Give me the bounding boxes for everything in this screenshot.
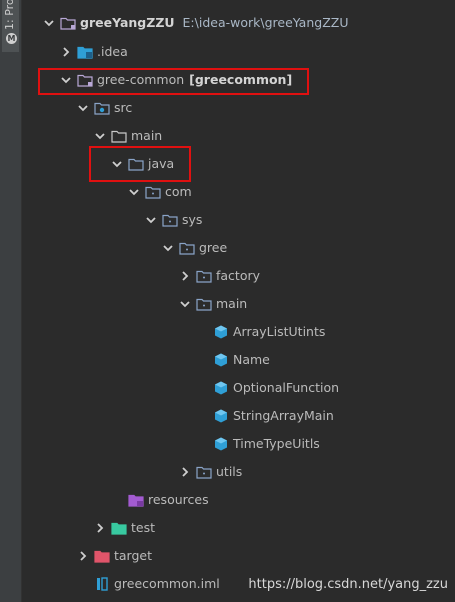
tree-node-path: E:\idea-work\greeYangZZU	[182, 15, 349, 30]
folder-test-icon	[111, 521, 127, 535]
tree-node-label: sys	[182, 212, 203, 227]
tree-node-label: resources	[148, 492, 209, 507]
tree-node-test[interactable]: test	[21, 517, 455, 539]
tree-node-label: main	[131, 128, 163, 143]
tree-node-label: greecommon.iml	[114, 576, 220, 591]
chevron-down-icon[interactable]	[43, 17, 55, 29]
project-tool-window-tab[interactable]: 1: Pro M	[2, 0, 19, 52]
tree-node-gree[interactable]: gree	[21, 237, 455, 259]
chevron-right-icon[interactable]	[60, 46, 72, 58]
tree-node-c2[interactable]: Name	[21, 349, 455, 371]
tree-node-label: Name	[233, 352, 270, 367]
tree-node-c3[interactable]: OptionalFunction	[21, 377, 455, 399]
tree-node-label: src	[114, 100, 133, 115]
tree-node-label: greeYangZZU E:\idea-work\greeYangZZU	[80, 15, 349, 30]
chevron-down-icon[interactable]	[94, 130, 106, 142]
tree-node-idea[interactable]: .idea	[21, 41, 455, 63]
chevron-down-icon[interactable]	[162, 242, 174, 254]
iml-file-icon	[94, 577, 110, 591]
tree-node-sys[interactable]: sys	[21, 209, 455, 231]
tree-node-c4[interactable]: StringArrayMain	[21, 405, 455, 427]
folder-src-icon	[94, 101, 110, 115]
tree-node-label: target	[114, 548, 153, 563]
tree-node-label: TimeTypeUitls	[233, 436, 320, 451]
chevron-right-icon[interactable]	[179, 466, 191, 478]
tree-node-label: factory	[216, 268, 261, 283]
chevron-down-icon[interactable]	[77, 102, 89, 114]
tree-node-main-pkg[interactable]: main	[21, 293, 455, 315]
folder-module-icon	[60, 16, 76, 30]
java-class-icon	[213, 409, 229, 423]
tree-node-main[interactable]: main	[21, 125, 455, 147]
package-icon	[196, 297, 212, 311]
highlight-box-gree-common	[38, 68, 309, 95]
chevron-down-icon[interactable]	[145, 214, 157, 226]
java-class-icon	[213, 381, 229, 395]
tree-node-target[interactable]: target	[21, 545, 455, 567]
watermark: https://blog.csdn.net/yang_zzu	[248, 577, 448, 592]
tree-node-label: .idea	[97, 44, 128, 59]
tree-node-label: utils	[216, 464, 243, 479]
chevron-right-icon[interactable]	[179, 270, 191, 282]
folder-resources-icon	[128, 493, 144, 507]
package-icon	[145, 185, 161, 199]
project-tree[interactable]: greeYangZZU E:\idea-work\greeYangZZU .idea…	[21, 0, 455, 602]
tree-node-label: OptionalFunction	[233, 380, 340, 395]
package-icon	[196, 465, 212, 479]
folder-icon	[111, 129, 127, 143]
tree-node-root[interactable]: greeYangZZU E:\idea-work\greeYangZZU	[21, 12, 455, 34]
package-icon	[162, 213, 178, 227]
folder-idea-icon	[77, 45, 93, 59]
chevron-right-icon[interactable]	[77, 550, 89, 562]
tree-node-label: gree	[199, 240, 228, 255]
highlight-box-java	[89, 146, 191, 182]
tree-node-c1[interactable]: ArrayListUtints	[21, 321, 455, 343]
tree-node-factory[interactable]: factory	[21, 265, 455, 287]
tree-node-resources[interactable]: resources	[21, 489, 455, 511]
tree-node-src[interactable]: src	[21, 97, 455, 119]
tree-node-label: StringArrayMain	[233, 408, 334, 423]
folder-excluded-icon	[94, 549, 110, 563]
tree-node-java[interactable]: java	[21, 153, 455, 175]
java-class-icon	[213, 325, 229, 339]
project-icon: M	[6, 33, 17, 44]
tree-node-utils[interactable]: utils	[21, 461, 455, 483]
chevron-down-icon[interactable]	[179, 298, 191, 310]
project-tab-label: 1: Pro	[3, 0, 16, 30]
tree-node-label: main	[216, 296, 248, 311]
package-icon	[196, 269, 212, 283]
tree-node-label: ArrayListUtints	[233, 324, 326, 339]
java-class-icon	[213, 353, 229, 367]
tree-node-label: test	[131, 520, 156, 535]
package-icon	[179, 241, 195, 255]
tree-node-com[interactable]: com	[21, 181, 455, 203]
java-class-icon	[213, 437, 229, 451]
chevron-right-icon[interactable]	[94, 522, 106, 534]
tree-node-c5[interactable]: TimeTypeUitls	[21, 433, 455, 455]
tool-window-strip: 1: Pro M	[0, 0, 22, 602]
tree-node-label: com	[165, 184, 192, 199]
chevron-down-icon[interactable]	[128, 186, 140, 198]
